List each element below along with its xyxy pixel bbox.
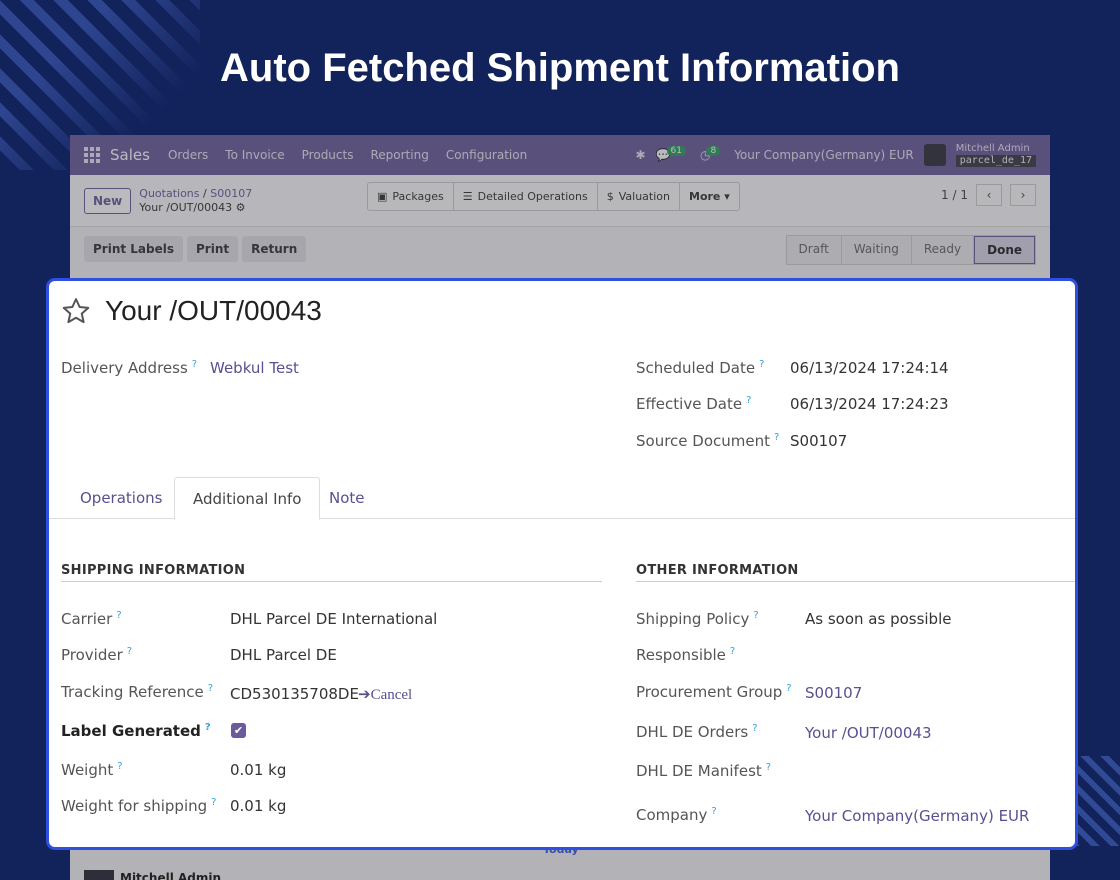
weight-for-shipping-value: 0.01 kg [230,797,287,815]
effective-date-value: 06/13/2024 17:24:23 [790,395,949,413]
weight-label: Weight? [61,761,123,779]
help-icon[interactable]: ? [711,806,716,817]
tab-note[interactable]: Note [329,477,365,519]
source-document-value[interactable]: S00107 [790,432,847,450]
scheduled-date-label: Scheduled Date? [636,359,765,377]
other-section-divider [636,581,1075,582]
tab-operations[interactable]: Operations [80,477,162,519]
cancel-shipment-link[interactable]: ➔Cancel [358,685,412,704]
label-generated-label: Label Generated? [61,722,211,740]
help-icon[interactable]: ? [127,646,132,657]
help-icon[interactable]: ? [759,359,764,370]
company-value[interactable]: Your Company(Germany) EUR [805,807,1029,825]
help-icon[interactable]: ? [211,797,216,808]
help-icon[interactable]: ? [117,761,122,772]
help-icon[interactable]: ? [205,722,211,733]
procurement-group-value[interactable]: S00107 [805,684,862,702]
help-icon[interactable]: ? [208,683,213,694]
responsible-label: Responsible? [636,646,736,664]
source-document-label: Source Document? [636,432,780,450]
help-icon[interactable]: ? [192,359,197,370]
tracking-reference-label: Tracking Reference? [61,683,214,701]
label-generated-checkbox[interactable]: ✔ [231,723,246,738]
chatter-author: Mitchell Admin [84,870,221,880]
shipping-policy-value[interactable]: As soon as possible [805,610,951,628]
help-icon[interactable]: ? [753,610,758,621]
tracking-reference-value[interactable]: CD530135708DE [230,685,359,703]
weight-value: 0.01 kg [230,761,287,779]
banner-title: Auto Fetched Shipment Information [220,46,900,90]
dhl-de-manifest-label: DHL DE Manifest? [636,762,772,780]
chatter-author-name: Mitchell Admin [120,871,222,880]
help-icon[interactable]: ? [786,683,791,694]
procurement-group-label: Procurement Group? [636,683,792,701]
star-icon[interactable] [61,296,91,326]
help-icon[interactable]: ? [752,723,757,734]
shipping-policy-label: Shipping Policy? [636,610,759,628]
highlighted-form-card: Your /OUT/00043 Delivery Address? Webkul… [46,278,1078,850]
help-icon[interactable]: ? [774,432,779,443]
shipping-section-divider [61,581,602,582]
dhl-de-orders-value[interactable]: Your /OUT/00043 [805,724,932,742]
carrier-value[interactable]: DHL Parcel DE International [230,610,437,628]
chatter-avatar [84,870,114,880]
effective-date-label: Effective Date? [636,395,752,413]
tab-additional-info[interactable]: Additional Info [174,477,321,520]
provider-label: Provider? [61,646,133,664]
shipping-information-heading: SHIPPING INFORMATION [61,563,246,578]
dhl-de-orders-label: DHL DE Orders? [636,723,758,741]
delivery-address-value[interactable]: Webkul Test [210,359,299,377]
help-icon[interactable]: ? [116,610,121,621]
other-information-heading: OTHER INFORMATION [636,563,799,578]
company-label: Company? [636,806,717,824]
help-icon[interactable]: ? [766,762,771,773]
carrier-label: Carrier? [61,610,122,628]
notebook-tabs: Operations Additional Info Note [49,477,1075,520]
scheduled-date-value[interactable]: 06/13/2024 17:24:14 [790,359,949,377]
record-title: Your /OUT/00043 [105,295,322,326]
help-icon[interactable]: ? [730,646,735,657]
weight-for-shipping-label: Weight for shipping? [61,797,217,815]
help-icon[interactable]: ? [746,395,751,406]
provider-value: DHL Parcel DE [230,646,337,664]
delivery-address-label: Delivery Address? [61,359,198,377]
